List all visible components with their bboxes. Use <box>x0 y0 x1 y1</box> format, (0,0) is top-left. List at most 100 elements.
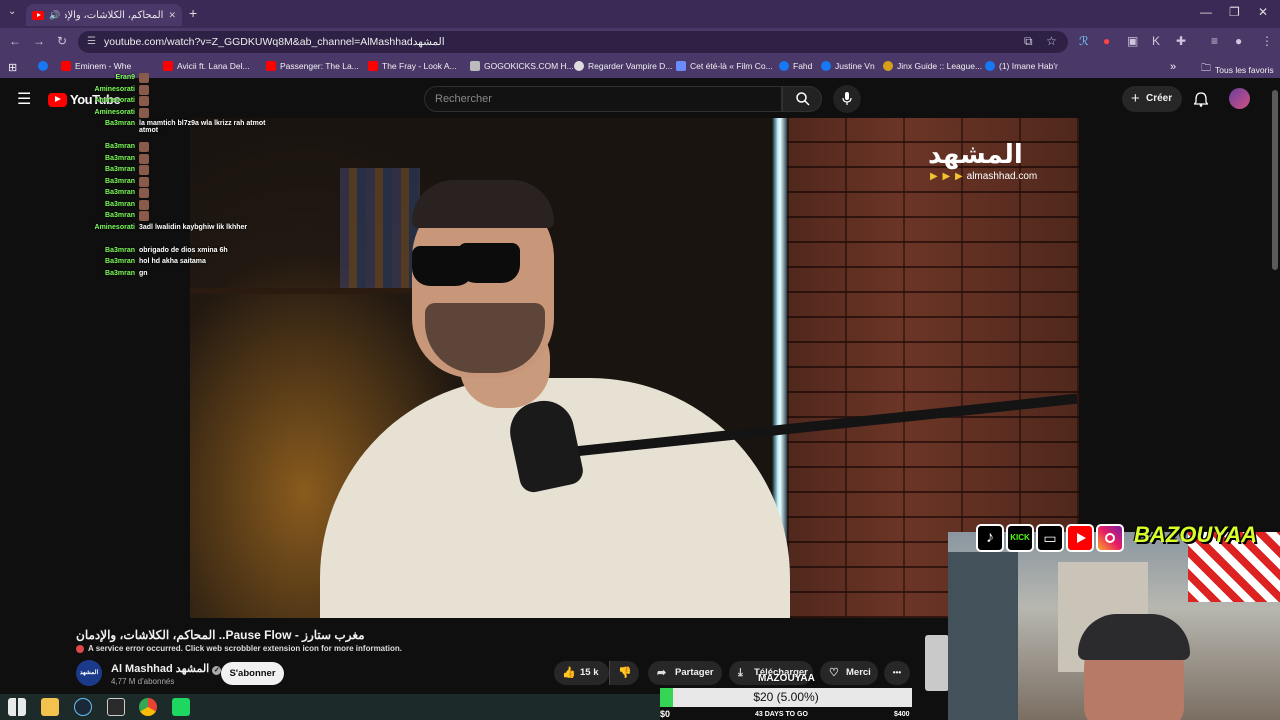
chat-emote-icon <box>139 107 149 118</box>
chat-emote-icon <box>139 153 149 164</box>
audio-playing-icon[interactable]: 🔊 <box>49 10 60 21</box>
extension-k-icon[interactable]: K <box>1152 34 1160 48</box>
create-button[interactable]: + Créer <box>1122 86 1182 112</box>
new-tab-button[interactable]: + <box>189 5 197 21</box>
thanks-button[interactable]: ♡ Merci <box>820 661 878 685</box>
page-scrollbar[interactable] <box>1272 90 1278 270</box>
bookmark-item[interactable]: Jinx Guide :: League... <box>883 61 982 71</box>
bookmark-item[interactable]: GOGOKICKS.COM H... <box>470 61 574 71</box>
chat-username: Ba3mran <box>105 154 135 162</box>
channel-name[interactable]: Al Mashhad المشهد ✓ <box>111 662 222 675</box>
bell-icon[interactable] <box>1194 92 1208 107</box>
chat-username: Ba3mran <box>105 212 135 219</box>
site-info-icon[interactable]: ☰ <box>87 31 96 53</box>
window-minimize-button[interactable]: — <box>1200 5 1212 19</box>
thanks-heart-icon: ♡ <box>829 667 839 679</box>
browser-tab-youtube[interactable]: 🔊 المحاكم، الكلاشات، والإدمان ✕ <box>26 4 182 26</box>
account-avatar[interactable] <box>1229 88 1250 109</box>
related-video-thumbnail[interactable] <box>925 635 949 691</box>
bookmark-item[interactable]: Cet été-là « Film Co... <box>676 61 773 71</box>
share-button[interactable]: ➦ Partager <box>648 661 722 685</box>
chat-emote-icon <box>139 96 149 106</box>
scrobbler-error: A service error occurred. Click web scro… <box>76 644 402 653</box>
extensions-puzzle-icon[interactable]: ✚ <box>1176 34 1186 48</box>
dislike-button[interactable]: 👎 <box>609 661 639 685</box>
bookmark-item[interactable]: Regarder Vampire D... <box>574 61 672 71</box>
tiktok-icon: ♪ <box>976 524 1004 552</box>
thumbs-down-icon: 👎 <box>618 667 632 679</box>
chat-username: Ba3mran <box>105 269 135 277</box>
bookmark-favicon-icon <box>676 61 686 71</box>
bookmark-item[interactable]: The Fray - Look A... <box>368 61 457 71</box>
reload-icon[interactable]: ↻ <box>57 34 67 48</box>
bookmark-item[interactable]: Passenger: The La... <box>266 61 359 71</box>
chat-username: Ba3mran <box>105 166 135 173</box>
search-icon <box>796 92 810 106</box>
back-arrow-icon[interactable]: ← <box>9 34 21 48</box>
window-close-button[interactable]: ✕ <box>1258 5 1268 19</box>
file-explorer-icon[interactable] <box>41 698 59 716</box>
extension-translate-icon[interactable]: ℛ <box>1079 34 1089 48</box>
tab-close-icon[interactable]: ✕ <box>168 10 176 21</box>
like-button[interactable]: 👍 15 k <box>554 661 609 685</box>
all-bookmarks-button[interactable]: 🗀 Tous les favoris <box>1201 61 1274 78</box>
bookmark-facebook-icon[interactable] <box>38 61 48 71</box>
chat-emote-icon <box>139 211 149 221</box>
microphone-icon <box>842 92 852 105</box>
windows-start-icon[interactable] <box>8 698 26 716</box>
donation-goal-amount: $20 (5.00%) <box>753 690 819 704</box>
bookmark-item[interactable]: Justine Vn <box>821 61 875 71</box>
share-arrow-icon: ➦ <box>657 667 667 679</box>
epic-games-icon[interactable] <box>107 698 125 716</box>
subscribe-button[interactable]: S'abonner <box>221 662 284 685</box>
plus-icon: + <box>1131 90 1140 107</box>
verified-check-icon: ✓ <box>212 666 222 675</box>
channel-avatar[interactable]: المشهد <box>76 660 102 686</box>
bookmark-item[interactable]: Eminem - Whe <box>61 61 131 71</box>
bookmark-favicon-icon <box>821 61 831 71</box>
media-controls-icon[interactable]: ≡ <box>1211 34 1218 48</box>
streamer-name: BAZOUYAA <box>1134 522 1258 547</box>
bookmark-item[interactable]: Avicii ft. Lana Del... <box>163 61 250 71</box>
bookmark-item[interactable]: (1) Imane Hab'r <box>985 61 1058 71</box>
voice-search-button[interactable] <box>833 85 861 113</box>
video-shelf <box>190 288 430 294</box>
bookmark-item[interactable]: Fahd <box>779 61 812 71</box>
donation-goal-days: 43 DAYS TO GO <box>755 711 808 718</box>
url-suffix: المشهد <box>412 36 445 48</box>
browser-menu-icon[interactable]: ⋮ <box>1261 34 1273 48</box>
app-green-icon[interactable] <box>172 698 190 716</box>
streamer-webcam <box>948 532 1280 720</box>
profile-avatar-icon[interactable]: ● <box>1235 34 1242 48</box>
browser-tab-bar: ⌄ 🔊 المحاكم، الكلاشات، والإدمان ✕ + — ❐ … <box>0 0 1280 28</box>
forward-arrow-icon[interactable]: → <box>33 34 45 48</box>
window-restore-button[interactable]: ❐ <box>1229 5 1240 19</box>
video-player[interactable]: المشهد ▶ ▶ ▶ almashhad.com <box>190 118 1079 618</box>
tab-list-chevron-icon[interactable]: ⌄ <box>8 6 16 17</box>
chat-emote-icon <box>139 165 149 175</box>
bookmark-favicon-icon <box>266 61 276 71</box>
chat-emote-icon <box>139 142 149 152</box>
chat-username: Ba3mran <box>105 258 135 265</box>
video-books <box>340 168 420 288</box>
bookmark-favicon-icon <box>470 61 480 71</box>
chat-username: Aminesorati <box>94 97 135 104</box>
extension-red-icon[interactable]: ● <box>1103 34 1110 48</box>
bookmarks-overflow-icon[interactable]: » <box>1170 61 1176 73</box>
channel-watermark: المشهد <box>928 140 1023 170</box>
more-actions-button[interactable]: ••• <box>884 661 910 685</box>
search-input[interactable]: Rechercher <box>424 86 782 112</box>
bookmark-star-icon[interactable]: ☆ <box>1046 34 1057 48</box>
donation-goal-min: $0 <box>660 709 671 719</box>
donation-goal-max: $400 <box>894 711 910 718</box>
search-button[interactable] <box>782 86 822 112</box>
download-icon: ⤓ <box>738 667 743 679</box>
address-bar[interactable]: ☰ youtube.com/watch?v=Z_GGDKUWq8M&ab_cha… <box>78 31 1068 53</box>
chat-username: Ba3mran <box>105 120 135 127</box>
chrome-icon[interactable] <box>139 698 157 716</box>
cast-icon[interactable]: ⧉ <box>1024 34 1033 49</box>
apps-grid-icon[interactable]: ⊞ <box>8 61 17 74</box>
steam-icon[interactable] <box>74 698 92 716</box>
webcam-cabinet <box>948 552 1018 720</box>
extension-scrobbler-icon[interactable]: ▣ <box>1127 34 1138 48</box>
